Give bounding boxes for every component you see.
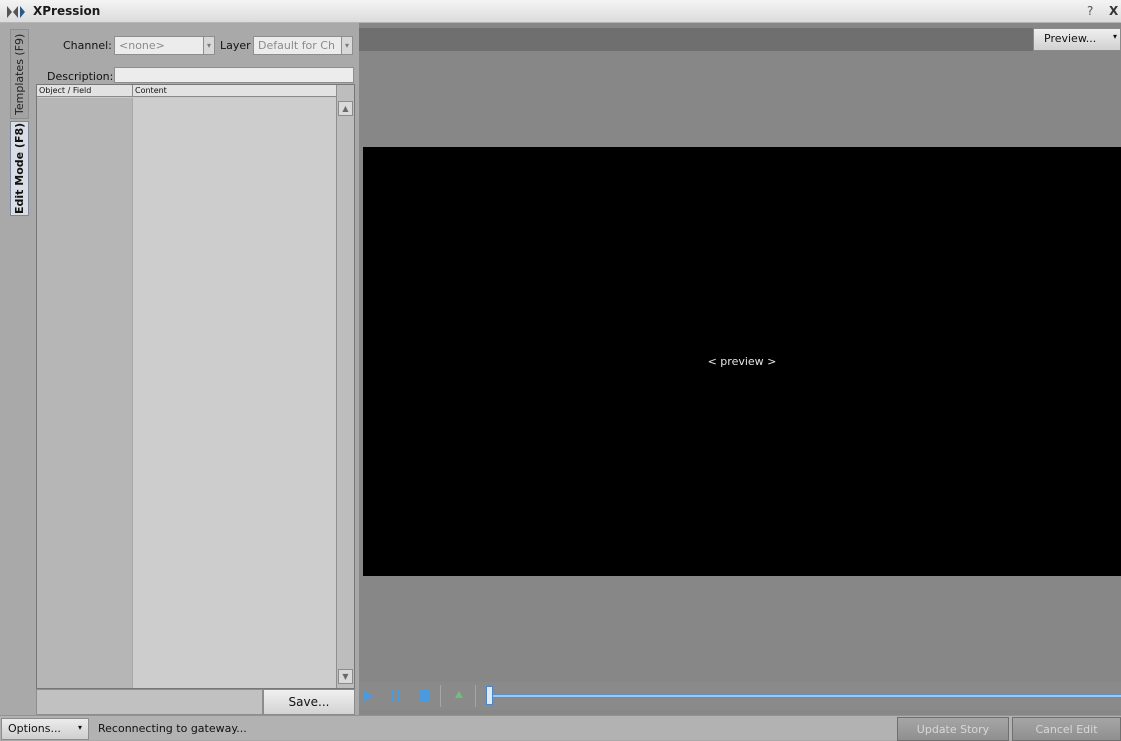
status-message: Reconnecting to gateway...	[98, 722, 247, 735]
description-field[interactable]	[114, 67, 354, 83]
status-bar: Options... ▾ Reconnecting to gateway... …	[0, 715, 1121, 741]
options-button-label: Options...	[8, 722, 61, 735]
chevron-down-icon: ▾	[1112, 32, 1117, 41]
toolbar-divider	[440, 685, 441, 707]
scroll-down-icon[interactable]: ▼	[338, 669, 353, 684]
column-header-object-field[interactable]: Object / Field	[37, 85, 133, 97]
grid-header: Object / Field Content	[37, 85, 336, 97]
scroll-up-icon[interactable]: ▲	[338, 101, 353, 116]
column-header-content[interactable]: Content	[133, 85, 338, 97]
title-bar: XPression ? X	[0, 0, 1121, 23]
stop-icon[interactable]	[419, 690, 430, 701]
toolbar-divider	[475, 685, 476, 707]
up-arrow-icon[interactable]	[455, 691, 463, 698]
tab-edit-mode[interactable]: Edit Mode (F8)	[10, 121, 29, 216]
chevron-down-icon[interactable]: ▾	[341, 36, 353, 55]
pause-icon[interactable]	[391, 690, 401, 702]
app-logo-icon	[7, 6, 25, 18]
grid-scrollbar[interactable]: ▲ ▼	[336, 85, 354, 688]
app-title: XPression	[33, 4, 101, 18]
layer-label: Layer	[220, 39, 251, 52]
layer-select[interactable]: Default for Ch	[253, 36, 343, 55]
close-button[interactable]: X	[1109, 4, 1118, 18]
chevron-down-icon: ▾	[77, 723, 82, 732]
preview-screen: < preview >	[363, 147, 1121, 576]
side-tab-strip: Templates (F9) Edit Mode (F8)	[0, 23, 34, 715]
play-icon[interactable]	[363, 690, 373, 702]
cancel-edit-button[interactable]: Cancel Edit	[1012, 717, 1121, 741]
preview-button-label: Preview...	[1044, 32, 1097, 45]
update-story-button[interactable]: Update Story	[897, 717, 1009, 741]
channel-select[interactable]: <none>	[114, 36, 206, 55]
preview-placeholder: < preview >	[707, 355, 777, 368]
grid-footer	[36, 689, 263, 715]
transport-bar	[359, 682, 1121, 710]
save-button[interactable]: Save...	[263, 689, 355, 715]
chevron-down-icon[interactable]: ▾	[203, 36, 215, 55]
preview-button[interactable]: Preview... ▾	[1033, 28, 1121, 51]
timeline-scrubber[interactable]	[486, 686, 493, 705]
preview-toolbar	[359, 28, 1121, 51]
preview-area: Preview... ▾ < preview >	[359, 23, 1121, 715]
field-grid: Object / Field Content ▲ ▼	[36, 84, 355, 689]
description-label: Description:	[47, 70, 114, 83]
channel-label: Channel:	[63, 39, 112, 52]
grid-column-object-field[interactable]	[37, 98, 133, 688]
options-button[interactable]: Options... ▾	[1, 718, 89, 740]
timeline-track[interactable]	[487, 694, 1121, 698]
grid-column-content[interactable]	[133, 98, 336, 688]
tab-templates[interactable]: Templates (F9)	[10, 29, 29, 119]
help-button[interactable]: ?	[1087, 4, 1093, 18]
